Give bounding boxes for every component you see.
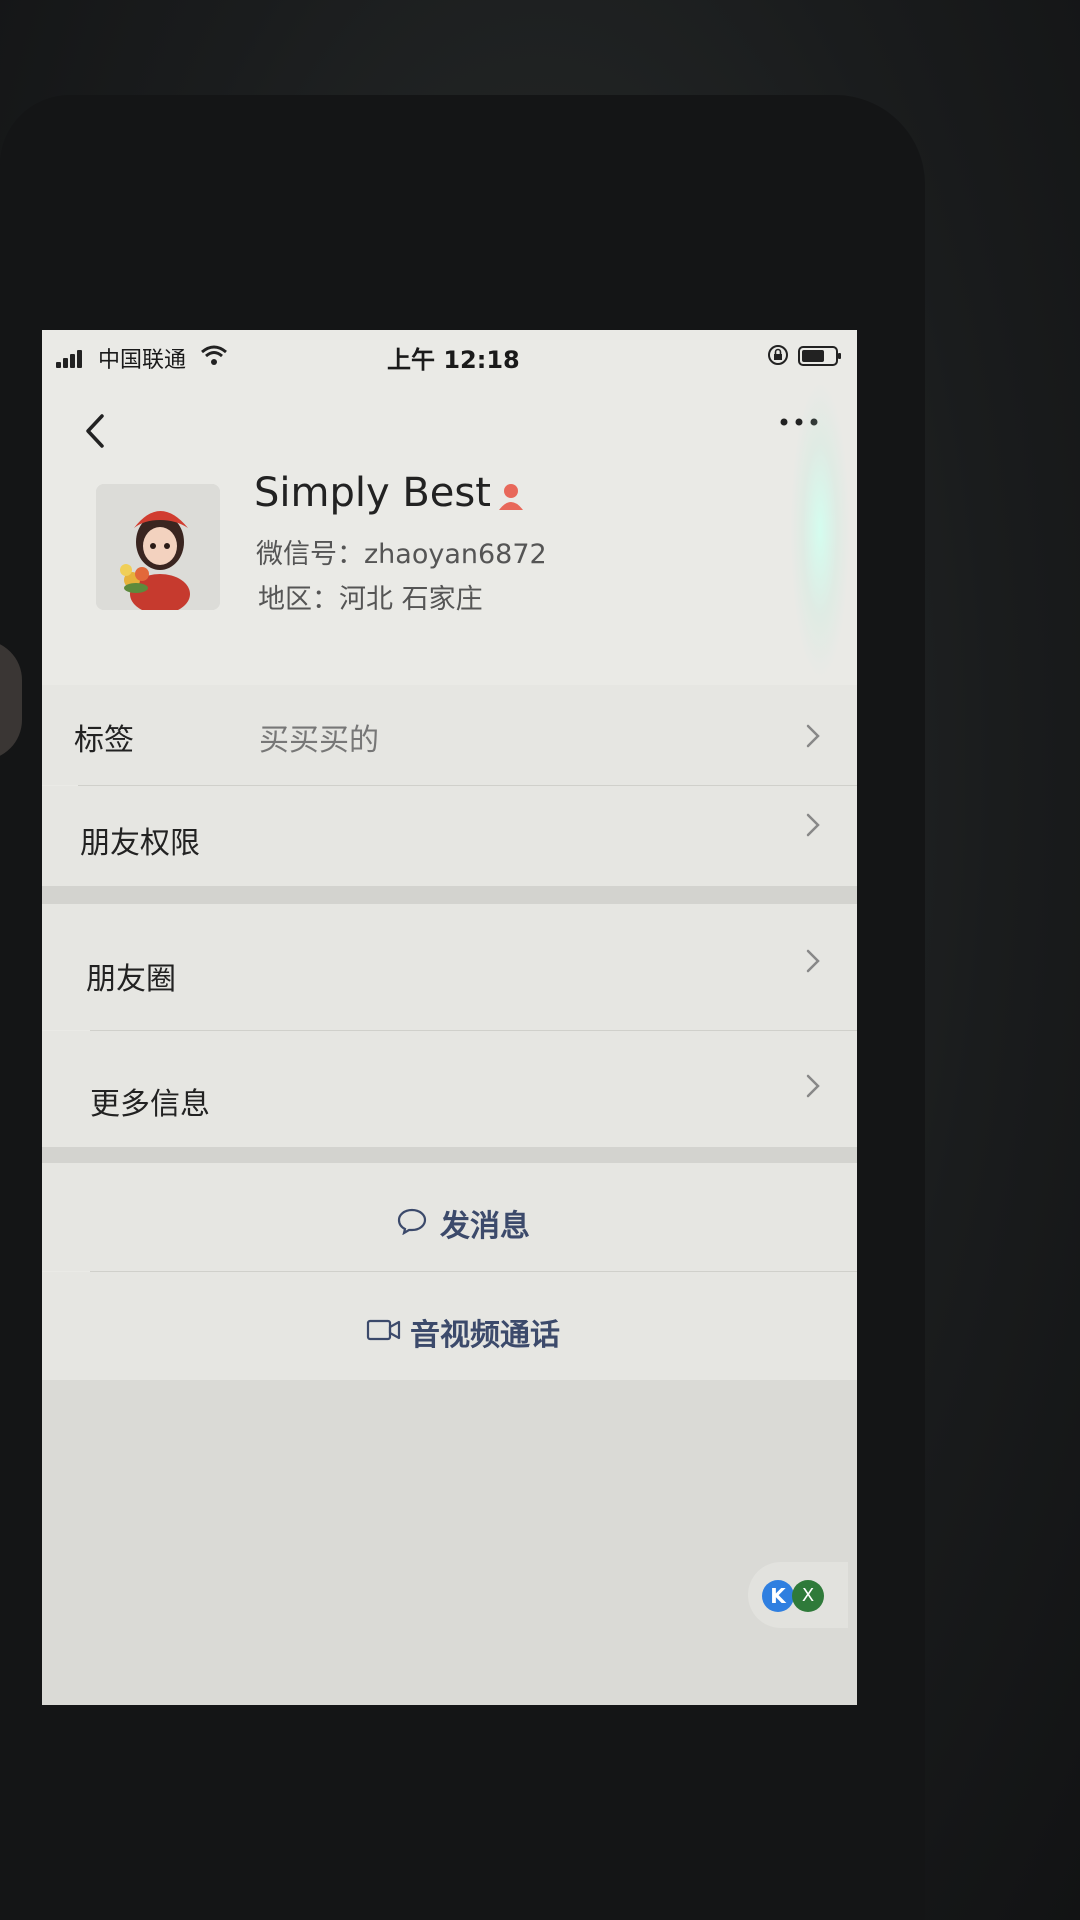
floating-widget[interactable]: K X: [748, 1562, 848, 1628]
empty-area: [42, 1380, 857, 1705]
wechat-id: 微信号：zhaoyan6872: [256, 539, 547, 570]
moments-row[interactable]: 朋友圈: [42, 904, 857, 1030]
avatar-illustration: [96, 484, 220, 610]
permissions-row[interactable]: 朋友权限: [42, 786, 857, 886]
more-info-row[interactable]: 更多信息: [42, 1031, 857, 1147]
back-icon[interactable]: [78, 408, 112, 454]
tags-value: 买买买的: [259, 723, 379, 758]
phone-screen: 中国联通 上午 12:18 Simply Best 微信号：zhaoyan687…: [42, 330, 857, 1705]
send-message-label: 发消息: [440, 1209, 530, 1244]
more-info-label: 更多信息: [90, 1087, 210, 1122]
section-gap: [42, 1147, 857, 1163]
permissions-label: 朋友权限: [80, 826, 200, 861]
send-message-button[interactable]: 发消息: [42, 1163, 857, 1271]
video-call-label: 音视频通话: [410, 1318, 560, 1353]
rotation-lock-icon: [768, 345, 788, 365]
profile-name: Simply Best: [254, 470, 491, 516]
region: 地区：河北 石家庄: [258, 584, 483, 615]
signal-icon: [56, 350, 86, 368]
moments-label: 朋友圈: [86, 962, 176, 997]
tags-row[interactable]: 标签 买买买的: [42, 685, 857, 785]
status-time: 上午 12:18: [387, 346, 520, 374]
video-call-button[interactable]: 音视频通话: [42, 1272, 857, 1380]
wifi-icon: [201, 345, 227, 365]
chat-bubble-icon: [397, 1208, 427, 1235]
avatar[interactable]: [96, 484, 220, 610]
section-gap: [42, 886, 857, 904]
female-icon: [499, 484, 523, 510]
video-camera-icon: [366, 1319, 401, 1341]
chevron-right-icon: [806, 1074, 820, 1098]
status-bar: 中国联通 上午 12:18: [42, 330, 857, 400]
chevron-right-icon: [806, 949, 820, 973]
carrier-name: 中国联通: [98, 348, 187, 373]
chevron-right-icon: [806, 724, 820, 748]
tags-label: 标签: [74, 723, 134, 758]
chevron-right-icon: [806, 813, 820, 837]
widget-close-badge[interactable]: X: [792, 1580, 824, 1612]
battery-icon: [798, 346, 841, 366]
widget-k-badge: K: [762, 1580, 794, 1612]
light-glare: [790, 380, 850, 680]
